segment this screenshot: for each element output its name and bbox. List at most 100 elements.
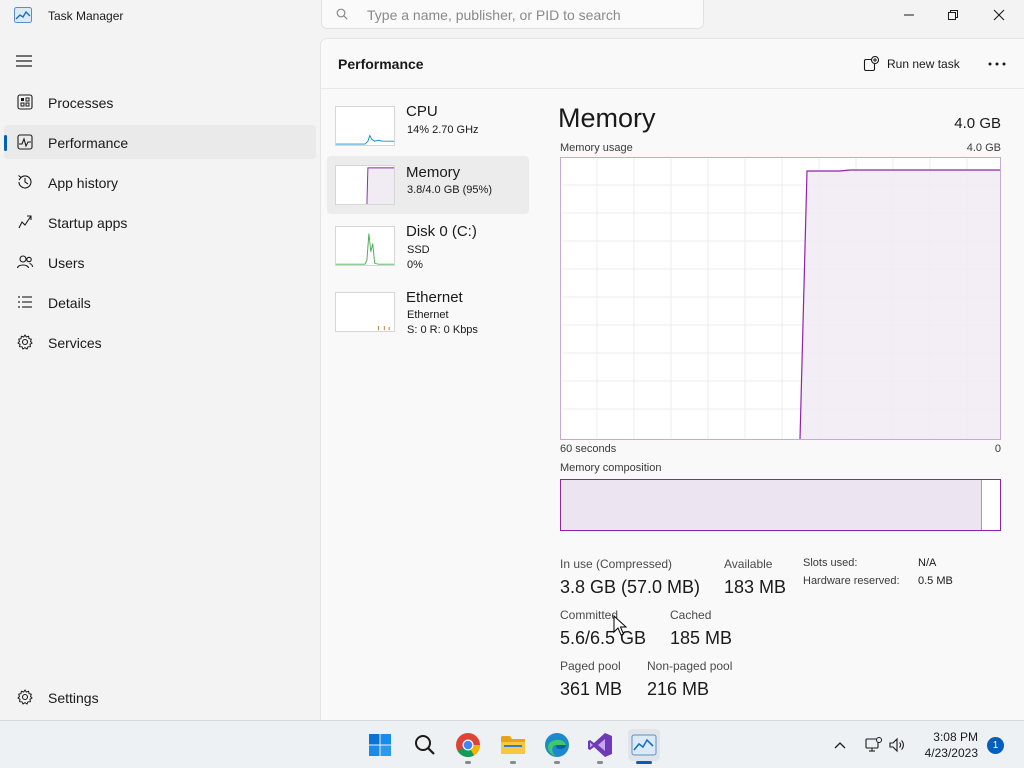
slots-used-value: N/A: [918, 557, 937, 569]
volume-icon[interactable]: [888, 736, 906, 754]
minimize-icon: [904, 14, 914, 16]
available-value: 183 MB: [724, 577, 787, 597]
details-icon: [18, 296, 32, 308]
device-name: Memory: [406, 164, 461, 181]
search-icon: [336, 8, 348, 20]
device-subtitle: 0%: [407, 259, 423, 271]
device-subtitle: S: 0 R: 0 Kbps: [407, 324, 478, 336]
startup-icon: [18, 215, 32, 229]
notification-badge[interactable]: 1: [987, 737, 1004, 754]
device-memory[interactable]: Memory 3.8/4.0 GB (95%): [327, 156, 529, 214]
device-subtitle: 3.8/4.0 GB (95%): [407, 184, 492, 196]
minimize-button[interactable]: [886, 0, 932, 30]
sidebar-item-label: Details: [48, 295, 91, 311]
device-name: Disk 0 (C:): [406, 223, 477, 240]
close-button[interactable]: [976, 0, 1022, 30]
sidebar-item-performance[interactable]: Performance: [4, 125, 316, 159]
restore-icon: [948, 10, 958, 20]
sidebar-item-details[interactable]: Details: [4, 285, 316, 319]
sidebar-item-app-history[interactable]: App history: [4, 165, 316, 199]
network-icon[interactable]: [864, 736, 882, 754]
windows-start-icon: [369, 734, 391, 756]
ethernet-thumbnail-graph: [335, 292, 395, 332]
taskbar-file-explorer[interactable]: [497, 729, 529, 764]
memory-total: 4.0 GB: [954, 115, 1001, 132]
device-disk[interactable]: Disk 0 (C:) SSD 0%: [327, 220, 529, 278]
title-bar: Task Manager: [0, 0, 1024, 34]
cpu-thumbnail-graph: [335, 106, 395, 146]
start-button[interactable]: [364, 729, 396, 761]
history-icon: [18, 175, 32, 189]
taskbar-search-button[interactable]: [409, 729, 441, 761]
memory-usage-graph: [560, 157, 1001, 440]
run-new-task-button[interactable]: Run new task: [863, 53, 960, 75]
in-use-value: 3.8 GB (57.0 MB): [560, 577, 701, 597]
running-indicator: [597, 761, 603, 764]
search-box[interactable]: [321, 0, 704, 29]
slots-used-label: Slots used:: [803, 557, 858, 569]
window-title: Task Manager: [48, 9, 124, 23]
taskbar-visual-studio[interactable]: [584, 729, 616, 764]
memory-composition-bar: [560, 479, 1001, 531]
mouse-cursor-icon: [613, 615, 627, 636]
task-manager-icon: [631, 734, 657, 756]
sidebar-item-settings[interactable]: Settings: [4, 680, 316, 714]
sidebar: Processes Performance App history Startu…: [0, 34, 320, 720]
paged-pool-label: Paged pool: [560, 659, 621, 673]
running-indicator: [510, 761, 516, 764]
sidebar-item-label: App history: [48, 175, 119, 191]
hardware-reserved-value: 0.5 MB: [918, 575, 953, 587]
header-divider: [321, 88, 1024, 89]
clock-time[interactable]: 3:08 PM: [920, 730, 978, 744]
sidebar-item-label: Services: [48, 335, 102, 351]
device-ethernet[interactable]: Ethernet Ethernet S: 0 R: 0 Kbps: [327, 286, 529, 344]
processes-icon: [17, 94, 33, 110]
paged-pool-value: 361 MB: [560, 679, 623, 699]
settings-label: Settings: [48, 690, 99, 706]
taskbar-chrome[interactable]: [452, 729, 484, 764]
sidebar-item-label: Processes: [48, 95, 114, 111]
taskbar-task-manager[interactable]: [628, 729, 660, 764]
device-subtitle: Ethernet: [407, 309, 449, 321]
more-options-button[interactable]: [985, 53, 1009, 75]
in-use-label: In use (Compressed): [560, 557, 673, 571]
non-paged-pool-value: 216 MB: [647, 679, 710, 699]
clock-date[interactable]: 4/23/2023: [910, 746, 978, 760]
users-icon: [16, 255, 34, 269]
taskbar-edge[interactable]: [541, 729, 573, 764]
device-cpu[interactable]: CPU 14% 2.70 GHz: [327, 100, 529, 158]
more-options-icon: [988, 62, 1006, 66]
device-subtitle: 14% 2.70 GHz: [407, 124, 479, 136]
edge-icon: [545, 733, 569, 757]
available-label: Available: [724, 557, 773, 571]
memory-usage-max: 4.0 GB: [966, 142, 1001, 154]
running-indicator-active: [636, 761, 652, 764]
run-new-task-label: Run new task: [887, 57, 960, 71]
sidebar-item-users[interactable]: Users: [4, 245, 316, 279]
device-name: Ethernet: [406, 289, 463, 306]
performance-icon: [17, 134, 33, 150]
memory-composition-label: Memory composition: [560, 462, 662, 474]
main-panel: Performance Run new task CPU 14% 2.70 GH…: [320, 38, 1024, 720]
sidebar-item-services[interactable]: Services: [4, 325, 316, 359]
search-input[interactable]: [367, 6, 687, 24]
hamburger-menu-icon[interactable]: [14, 53, 34, 69]
sidebar-item-label: Performance: [48, 135, 129, 151]
sidebar-item-processes[interactable]: Processes: [4, 85, 316, 119]
disk-thumbnail-graph: [335, 226, 395, 266]
running-indicator: [465, 761, 471, 764]
graph-axis-left-label: 60 seconds: [560, 443, 617, 455]
show-hidden-icons-chevron-icon[interactable]: [832, 737, 848, 753]
maximize-button[interactable]: [930, 0, 976, 30]
chrome-icon: [456, 733, 480, 758]
sidebar-item-label: Startup apps: [48, 215, 128, 231]
new-task-icon: [863, 56, 879, 72]
committed-label: Committed: [560, 608, 619, 622]
sidebar-item-startup-apps[interactable]: Startup apps: [4, 205, 316, 239]
memory-thumbnail-graph: [335, 165, 395, 205]
device-subtitle: SSD: [407, 244, 430, 256]
taskbar: 3:08 PM 4/23/2023 1: [0, 720, 1024, 768]
visual-studio-icon: [588, 733, 612, 757]
cached-label: Cached: [670, 608, 712, 622]
sidebar-item-label: Users: [48, 255, 85, 271]
